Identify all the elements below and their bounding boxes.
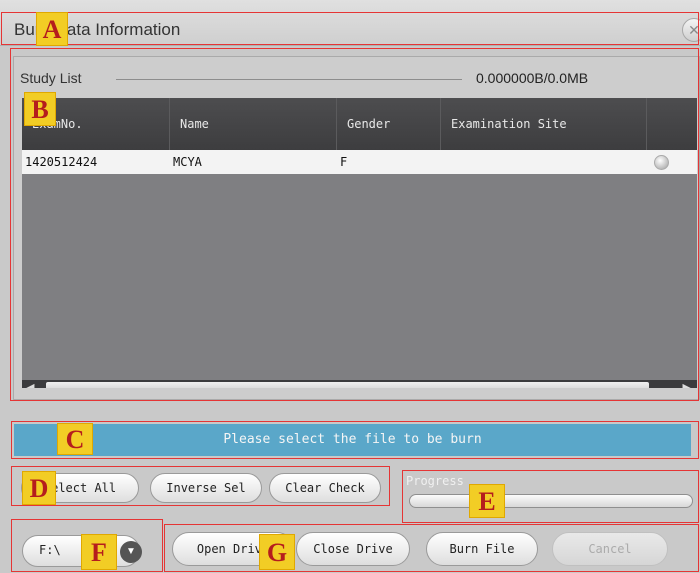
study-list-label: Study List [20,70,82,86]
scroll-left-icon[interactable]: ◀ [26,381,34,388]
progress-bar [409,494,693,508]
close-icon[interactable]: ✕ [682,18,700,42]
horizontal-scrollbar[interactable]: ◀ ▶ [22,380,697,388]
cell-name: MCYA [173,155,202,169]
marker-e: E [469,484,505,518]
marker-g: G [259,534,295,570]
table-header: ExamNo. Name Gender Examination Site [22,98,697,150]
marker-c: C [57,423,93,455]
row-select-radio[interactable] [654,155,669,170]
cell-gender: F [340,155,348,169]
marker-b: B [24,92,56,126]
study-table: ExamNo. Name Gender Examination Site 142… [22,98,697,388]
progress-label: Progress [406,474,464,488]
scroll-right-icon[interactable]: ▶ [683,381,691,388]
column-header-select [647,98,697,150]
status-message: Please select the file to be burn [14,424,691,456]
marker-f: F [81,534,117,570]
clear-check-button[interactable]: Clear Check [269,473,381,503]
column-header-gender[interactable]: Gender [337,98,441,150]
table-row[interactable]: 1420512424 MCYA F [22,150,697,174]
burn-file-button[interactable]: Burn File [426,532,538,566]
cell-examination-site [441,150,444,174]
marker-d: D [22,471,56,505]
study-size-info: 0.000000B/0.0MB [476,70,589,86]
chevron-down-icon[interactable]: ▼ [120,541,142,563]
column-header-name[interactable]: Name [170,98,337,150]
divider [116,79,462,80]
cell-exam-no: 1420512424 [25,155,98,169]
inverse-sel-button[interactable]: Inverse Sel [150,473,262,503]
column-header-examination-site[interactable]: Examination Site [441,98,647,150]
drive-value: F:\ [39,543,61,557]
marker-a: A [36,12,68,46]
title-bar: Burn Data Information ✕ [0,0,700,46]
cancel-button[interactable]: Cancel [552,532,668,566]
scroll-thumb[interactable] [46,382,649,388]
close-drive-button[interactable]: Close Drive [296,532,410,566]
